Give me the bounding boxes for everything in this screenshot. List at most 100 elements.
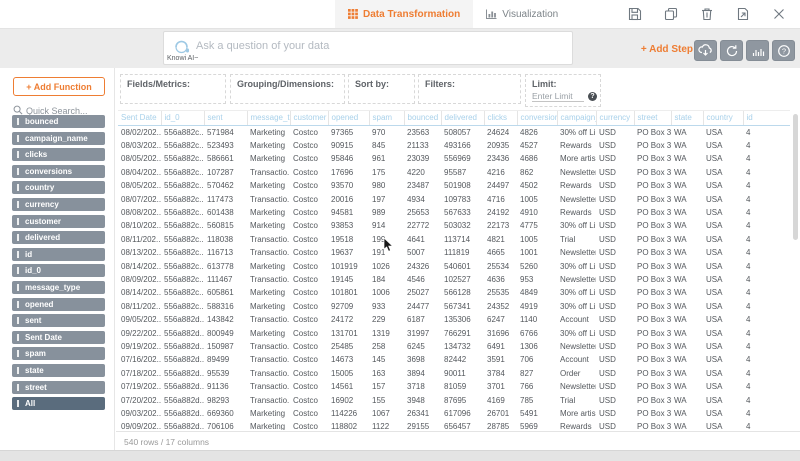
table-row[interactable]: 08/05/202...556a882c...570462MarketingCo… [118, 179, 790, 192]
column-header-spam[interactable]: spam [369, 111, 404, 126]
field-pill-opened[interactable]: opened [12, 298, 105, 311]
table-cell: 556a882d... [161, 420, 204, 430]
table-row[interactable]: 08/14/202...556a882c...613778MarketingCo… [118, 259, 790, 272]
column-header-customer[interactable]: customer [290, 111, 328, 126]
table-row[interactable]: 09/03/202...556a882d...669360MarketingCo… [118, 407, 790, 420]
chart-preview-button[interactable] [746, 40, 769, 61]
close-icon[interactable] [772, 7, 786, 21]
column-header-message-t-[interactable]: message_t... [247, 111, 290, 126]
table-cell: 3784 [484, 367, 517, 380]
table-row[interactable]: 09/09/202...556a882d...706106MarketingCo… [118, 420, 790, 430]
table-row[interactable]: 08/11/202...556a882c...118038Transactio.… [118, 233, 790, 246]
field-pill-sent[interactable]: sent [12, 314, 105, 327]
help-button[interactable]: ? [772, 40, 795, 61]
table-row[interactable]: 07/16/202...556a882d...89499Transactio..… [118, 353, 790, 366]
table-cell: USD [596, 313, 634, 326]
column-header-id-0[interactable]: id_0 [161, 111, 204, 126]
field-pill-currency[interactable]: currency [12, 198, 105, 211]
table-cell: USA [703, 273, 743, 286]
table-cell: Marketing [247, 126, 290, 139]
column-header-street[interactable]: street [634, 111, 671, 126]
column-header-campaign-[interactable]: campaign_... [557, 111, 596, 126]
field-pill-spam[interactable]: spam [12, 347, 105, 360]
table-cell: USA [703, 166, 743, 179]
sort-by-dropzone[interactable]: Sort by: [348, 74, 415, 104]
column-header-sent-date[interactable]: Sent Date [118, 111, 161, 126]
column-header-delivered[interactable]: delivered [441, 111, 484, 126]
table-row[interactable]: 08/09/202...556a882c...111467Transactio.… [118, 273, 790, 286]
table-row[interactable]: 07/18/202...556a882d...95539Transactio..… [118, 367, 790, 380]
table-cell: 4 [743, 313, 790, 326]
scrollbar-thumb[interactable] [793, 114, 798, 240]
table-cell: Costco [290, 126, 328, 139]
field-pill-sent-date[interactable]: Sent Date [12, 331, 105, 344]
table-row[interactable]: 08/02/202...556a882c...571984MarketingCo… [118, 126, 790, 139]
tab-data-transformation[interactable]: Data Transformation [335, 0, 473, 28]
field-pill-id[interactable]: id [12, 248, 105, 261]
table-row[interactable]: 08/11/202...556a882c...588316MarketingCo… [118, 300, 790, 313]
table-row[interactable]: 09/05/202...556a882d...143842Transactio.… [118, 313, 790, 326]
table-row[interactable]: 08/13/202...556a882c...116713Transactio.… [118, 246, 790, 259]
table-row[interactable]: 08/03/202...556a882c...523493MarketingCo… [118, 139, 790, 152]
field-pill-campaign-name[interactable]: campaign_name [12, 132, 105, 145]
table-row[interactable]: 08/14/202...556a882c...605861MarketingCo… [118, 286, 790, 299]
add-function-button[interactable]: + Add Function [13, 77, 105, 96]
limit-input[interactable] [532, 91, 584, 102]
column-header-state[interactable]: state [671, 111, 703, 126]
field-pill-message-type[interactable]: message_type [12, 281, 105, 294]
field-pill-country[interactable]: country [12, 181, 105, 194]
column-header-country[interactable]: country [703, 111, 743, 126]
table-row[interactable]: 09/19/202...556a882d...150987Transactio.… [118, 340, 790, 353]
column-header-id[interactable]: id [743, 111, 790, 126]
table-row[interactable]: 08/10/202...556a882c...560815MarketingCo… [118, 219, 790, 232]
field-pill-id-0[interactable]: id_0 [12, 264, 105, 277]
field-pill-state[interactable]: state [12, 364, 105, 377]
save-icon[interactable] [628, 7, 642, 21]
table-cell: 24352 [484, 300, 517, 313]
table-cell: 503032 [441, 219, 484, 232]
help-icon[interactable]: ? [588, 92, 597, 101]
table-cell: 95539 [204, 367, 247, 380]
table-cell: 508057 [441, 126, 484, 139]
export-report-icon[interactable] [736, 7, 750, 21]
table-cell: 556a882c... [161, 273, 204, 286]
table-row[interactable]: 08/07/202...556a882c...117473Transactio.… [118, 192, 790, 205]
table-cell: Costco [290, 313, 328, 326]
table-cell: 22772 [404, 219, 441, 232]
table-cell: Transactio... [247, 192, 290, 205]
ask-question-input[interactable] [196, 37, 556, 55]
filters-dropzone[interactable]: Filters: [418, 74, 521, 104]
field-pill-conversions[interactable]: conversions [12, 165, 105, 178]
column-header-opened[interactable]: opened [328, 111, 369, 126]
column-header-sent[interactable]: sent [204, 111, 247, 126]
table-row[interactable]: 08/04/202...556a882c...107287Transactio.… [118, 166, 790, 179]
table-row[interactable]: 08/08/202...556a882c...601438MarketingCo… [118, 206, 790, 219]
trash-icon[interactable] [700, 7, 714, 21]
column-header-conversions[interactable]: conversions [517, 111, 557, 126]
table-cell: 08/08/202... [118, 206, 161, 219]
field-pill-all[interactable]: All [12, 397, 105, 410]
column-header-bounced[interactable]: bounced [404, 111, 441, 126]
field-pill-customer[interactable]: customer [12, 215, 105, 228]
column-header-currency[interactable]: currency [596, 111, 634, 126]
tab-visualization[interactable]: Visualization [473, 0, 571, 28]
column-header-clicks[interactable]: clicks [484, 111, 517, 126]
table-row[interactable]: 09/22/202...556a882d...800949MarketingCo… [118, 326, 790, 339]
table-cell: 5969 [517, 420, 557, 430]
drag-handle-icon [17, 251, 19, 258]
field-pill-clicks[interactable]: clicks [12, 148, 105, 161]
copy-icon[interactable] [664, 7, 678, 21]
table-cell: 4 [743, 286, 790, 299]
ai-engine-label[interactable]: Knowi AI~ [167, 55, 198, 62]
table-row[interactable]: 07/20/202...556a882d...98293Transactio..… [118, 393, 790, 406]
table-row[interactable]: 08/05/202...556a882c...586661MarketingCo… [118, 152, 790, 165]
refresh-button[interactable] [720, 40, 743, 61]
cloud-download-button[interactable] [694, 40, 717, 61]
add-step-button[interactable]: + Add Step [641, 44, 693, 55]
field-pill-delivered[interactable]: delivered [12, 231, 105, 244]
fields-metrics-dropzone[interactable]: Fields/Metrics: [120, 74, 226, 104]
table-row[interactable]: 07/19/202...556a882d...91136Transactio..… [118, 380, 790, 393]
grouping-dimensions-dropzone[interactable]: Grouping/Dimensions: [230, 74, 345, 104]
field-pill-bounced[interactable]: bounced [12, 115, 105, 128]
field-pill-street[interactable]: street [12, 381, 105, 394]
